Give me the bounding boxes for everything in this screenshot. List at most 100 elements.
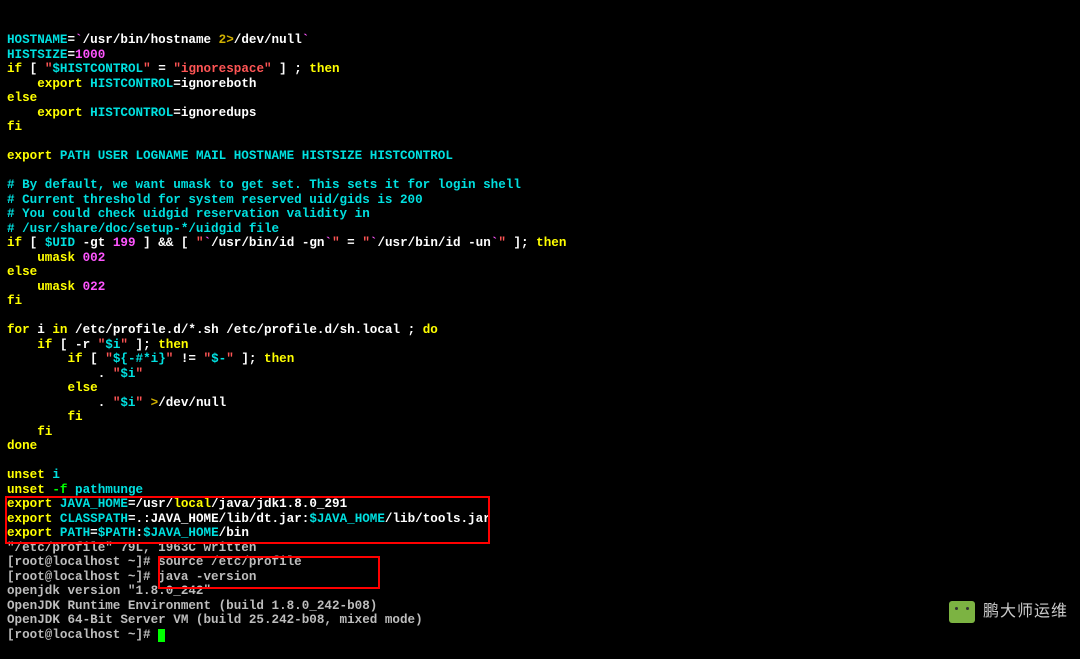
code-segment: $UID — [45, 236, 75, 250]
terminal-line: else — [7, 91, 1073, 106]
terminal-line — [7, 164, 1073, 179]
code-segment: if — [7, 236, 22, 250]
code-segment: local — [173, 497, 211, 511]
code-segment: " — [204, 352, 212, 366]
code-segment: else — [7, 265, 37, 279]
code-segment — [7, 338, 37, 352]
terminal-content: HOSTNAME=`/usr/bin/hostname 2>/dev/null`… — [7, 33, 1073, 642]
code-segment: if — [7, 62, 22, 76]
terminal-line: done — [7, 439, 1073, 454]
code-segment: /dev/null — [234, 33, 302, 47]
code-segment: " — [498, 236, 506, 250]
code-segment: umask — [37, 251, 75, 265]
terminal-line: unset -f pathmunge — [7, 483, 1073, 498]
code-segment: export — [37, 106, 82, 120]
terminal-line — [7, 135, 1073, 150]
code-segment: [ — [22, 236, 45, 250]
code-segment: # /usr/share/doc/setup-*/uidgid file — [7, 222, 279, 236]
code-segment: /usr/bin/id -un — [377, 236, 490, 250]
code-segment — [7, 251, 37, 265]
code-segment: ]; — [128, 338, 158, 352]
code-segment: OpenJDK Runtime Environment (build 1.8.0… — [7, 599, 377, 613]
terminal-line: # You could check uidgid reservation val… — [7, 207, 1073, 222]
code-segment: = — [67, 33, 75, 47]
code-segment: ] && [ — [136, 236, 196, 250]
terminal-line: OpenJDK 64-Bit Server VM (build 25.242-b… — [7, 613, 1073, 628]
terminal-line: . "$i" >/dev/null — [7, 396, 1073, 411]
code-segment — [52, 512, 60, 526]
code-segment: -gt — [75, 236, 113, 250]
code-segment — [7, 381, 67, 395]
code-segment: = — [151, 62, 174, 76]
code-segment — [7, 106, 37, 120]
code-segment — [7, 135, 15, 149]
code-segment: $i — [105, 338, 120, 352]
code-segment: PATH — [60, 526, 90, 540]
terminal-line: else — [7, 381, 1073, 396]
terminal-line: else — [7, 265, 1073, 280]
code-segment: HISTSIZE — [7, 48, 67, 62]
code-segment: then — [264, 352, 294, 366]
code-segment: fi — [7, 120, 22, 134]
code-segment: in — [52, 323, 67, 337]
code-segment: unset — [7, 468, 45, 482]
watermark: 鹏大师运维 — [949, 601, 1068, 623]
code-segment: ]; — [506, 236, 536, 250]
code-segment: =ignoredups — [173, 106, 256, 120]
terminal-line: HOSTNAME=`/usr/bin/hostname 2>/dev/null` — [7, 33, 1073, 48]
code-segment: HISTCONTROL — [90, 106, 173, 120]
terminal-line — [7, 454, 1073, 469]
code-segment: $- — [211, 352, 226, 366]
code-segment: then — [158, 338, 188, 352]
terminal-line: fi — [7, 294, 1073, 309]
terminal-line: # /usr/share/doc/setup-*/uidgid file — [7, 222, 1073, 237]
code-segment: i — [52, 468, 60, 482]
terminal-line: fi — [7, 410, 1073, 425]
code-segment: ` — [75, 33, 83, 47]
code-segment: for — [7, 323, 30, 337]
code-segment: = — [67, 48, 75, 62]
code-segment: " — [136, 367, 144, 381]
terminal-line: # Current threshold for system reserved … — [7, 193, 1073, 208]
code-segment: $JAVA_HOME — [143, 526, 219, 540]
code-segment: : — [136, 526, 144, 540]
code-segment: # You could check uidgid reservation val… — [7, 207, 370, 221]
terminal-line: [root@localhost ~]# source /etc/profile — [7, 555, 1073, 570]
code-segment: umask — [37, 280, 75, 294]
code-segment: =.:JAVA_HOME/lib/dt.jar: — [128, 512, 309, 526]
code-segment — [7, 454, 15, 468]
code-segment — [7, 164, 15, 178]
code-segment: " — [105, 352, 113, 366]
code-segment: $i — [120, 396, 135, 410]
code-segment — [7, 425, 37, 439]
code-segment: OpenJDK 64-Bit Server VM (build 25.242-b… — [7, 613, 423, 627]
terminal-line: export CLASSPATH=.:JAVA_HOME/lib/dt.jar:… — [7, 512, 1073, 527]
wechat-icon — [949, 601, 975, 623]
code-segment: else — [67, 381, 97, 395]
terminal-line: if [ "$HISTCONTROL" = "ignorespace" ] ; … — [7, 62, 1073, 77]
terminal-line: HISTSIZE=1000 — [7, 48, 1073, 63]
code-segment: else — [7, 91, 37, 105]
code-segment: /usr/bin/id -gn — [211, 236, 324, 250]
code-segment: $HISTCONTROL — [52, 62, 143, 76]
code-segment: =ignoreboth — [173, 77, 256, 91]
terminal-line: fi — [7, 120, 1073, 135]
code-segment — [67, 483, 75, 497]
code-segment: " — [362, 236, 370, 250]
code-segment: JAVA_HOME — [60, 497, 128, 511]
code-segment: " — [143, 62, 151, 76]
terminal[interactable]: HOSTNAME=`/usr/bin/hostname 2>/dev/null`… — [0, 0, 1080, 659]
code-segment — [75, 251, 83, 265]
code-segment: 022 — [83, 280, 106, 294]
code-segment: done — [7, 439, 37, 453]
code-segment: # By default, we want umask to get set. … — [7, 178, 521, 192]
terminal-cursor — [158, 629, 165, 642]
code-segment: 1000 — [75, 48, 105, 62]
code-segment: ` — [204, 236, 212, 250]
code-segment: [ -r — [52, 338, 97, 352]
terminal-line: OpenJDK Runtime Environment (build 1.8.0… — [7, 599, 1073, 614]
code-segment: export — [37, 77, 82, 91]
code-segment: . — [7, 367, 113, 381]
code-segment: /dev/null — [158, 396, 226, 410]
terminal-line: if [ $UID -gt 199 ] && [ "`/usr/bin/id -… — [7, 236, 1073, 251]
